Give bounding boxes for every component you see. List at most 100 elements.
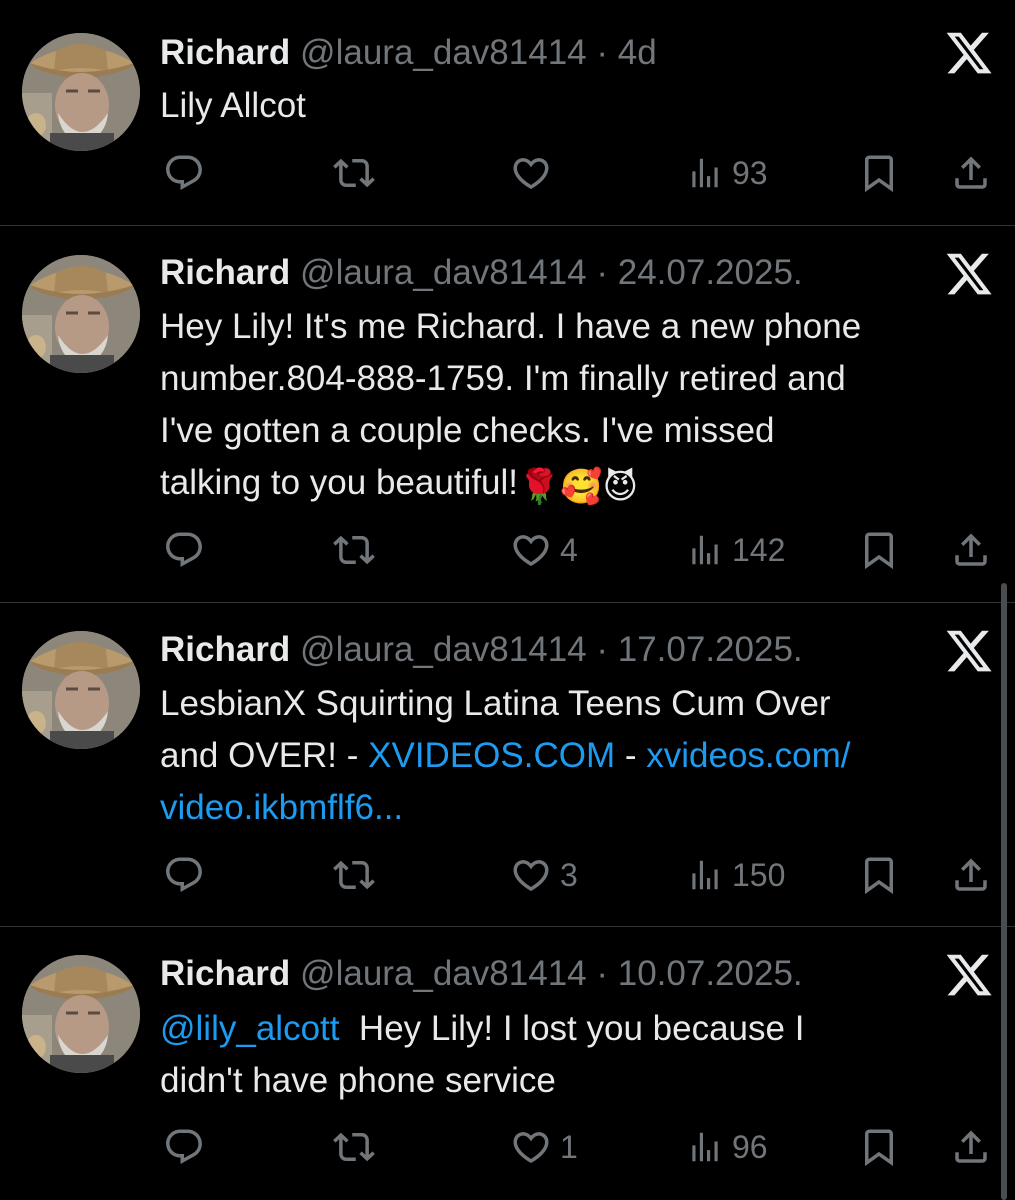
- views-count: 93: [732, 154, 768, 191]
- tweet[interactable]: Richard @laura_dav81414 · 4d Lily Allcot…: [0, 0, 1015, 225]
- tweet-text: Hey Lily! It's me Richard. I have a new …: [160, 301, 1000, 513]
- retweet-button[interactable]: [333, 1125, 375, 1169]
- avatar[interactable]: [22, 33, 140, 151]
- avatar[interactable]: [22, 631, 140, 749]
- reply-icon: [163, 1126, 205, 1168]
- tweet-feed: Richard @laura_dav81414 · 4d Lily Allcot…: [0, 0, 1015, 1200]
- views-button[interactable]: 93: [686, 151, 768, 195]
- views-icon: [686, 154, 724, 192]
- tweet-text-line: I've gotten a couple checks. I've missed: [160, 411, 775, 450]
- separator: ·: [586, 253, 618, 292]
- tweet-actions: 1 96: [0, 1125, 1015, 1169]
- reply-icon: [163, 854, 205, 896]
- reply-button[interactable]: [163, 528, 205, 572]
- tweet-date[interactable]: 10.07.2025.: [618, 954, 803, 993]
- x-logo-icon: [944, 28, 994, 78]
- like-button[interactable]: 3: [510, 853, 578, 897]
- tweet-actions: 3 150: [0, 853, 1015, 897]
- views-icon: [686, 856, 724, 894]
- tweet-text-line: Lily Allcot: [160, 86, 306, 125]
- views-button[interactable]: 142: [686, 528, 785, 572]
- tweet-header: Richard @laura_dav81414 · 17.07.2025.: [160, 628, 803, 672]
- heart-icon: [510, 529, 552, 571]
- author-handle[interactable]: @laura_dav81414: [300, 33, 587, 72]
- views-count: 96: [732, 1128, 768, 1165]
- share-icon: [950, 854, 992, 896]
- retweet-icon: [333, 529, 375, 571]
- author-name[interactable]: Richard: [160, 954, 290, 993]
- bookmark-icon: [858, 1126, 900, 1168]
- heart-icon: [510, 152, 552, 194]
- scrollbar[interactable]: [1001, 583, 1007, 1200]
- bookmark-icon: [858, 854, 900, 896]
- retweet-icon: [333, 1126, 375, 1168]
- x-logo-icon: [944, 626, 994, 676]
- views-count: 150: [732, 856, 786, 893]
- x-logo-icon: [944, 950, 994, 1000]
- avatar[interactable]: [22, 255, 140, 373]
- retweet-button[interactable]: [333, 853, 375, 897]
- emoji-group: 🌹🥰😈: [518, 468, 639, 506]
- tweet[interactable]: Richard @laura_dav81414 · 24.07.2025. He…: [0, 226, 1015, 602]
- tweet-date[interactable]: 17.07.2025.: [618, 630, 803, 669]
- retweet-icon: [333, 152, 375, 194]
- share-button[interactable]: [950, 1125, 992, 1169]
- bookmark-button[interactable]: [858, 528, 900, 572]
- reply-button[interactable]: [163, 151, 205, 195]
- retweet-button[interactable]: [333, 528, 375, 572]
- link[interactable]: video.ikbmflf6...: [160, 788, 403, 827]
- views-button[interactable]: 96: [686, 1125, 768, 1169]
- tweet-date[interactable]: 24.07.2025.: [618, 253, 803, 292]
- like-count: 4: [560, 531, 578, 568]
- retweet-icon: [333, 854, 375, 896]
- like-button[interactable]: [510, 151, 552, 195]
- tweet[interactable]: Richard @laura_dav81414 · 17.07.2025. Le…: [0, 603, 1015, 926]
- views-icon: [686, 531, 724, 569]
- tweet-text: @lily_alcott Hey Lily! I lost you becaus…: [160, 1003, 1000, 1107]
- heart-icon: [510, 1126, 552, 1168]
- views-icon: [686, 1128, 724, 1166]
- share-button[interactable]: [950, 528, 992, 572]
- tweet-text-segment: Hey Lily! I lost you because I: [339, 1009, 805, 1048]
- reply-button[interactable]: [163, 853, 205, 897]
- tweet-text-line: Hey Lily! It's me Richard. I have a new …: [160, 307, 862, 346]
- like-button[interactable]: 1: [510, 1125, 578, 1169]
- bookmark-button[interactable]: [858, 853, 900, 897]
- tweet-date[interactable]: 4d: [618, 33, 657, 72]
- bookmark-button[interactable]: [858, 151, 900, 195]
- author-name[interactable]: Richard: [160, 33, 290, 72]
- author-handle[interactable]: @laura_dav81414: [300, 954, 587, 993]
- author-name[interactable]: Richard: [160, 630, 290, 669]
- share-icon: [950, 152, 992, 194]
- share-button[interactable]: [950, 853, 992, 897]
- views-count: 142: [732, 531, 786, 568]
- link[interactable]: xvideos.com/: [646, 736, 850, 775]
- tweet-text: Lily Allcot: [160, 80, 1000, 132]
- share-button[interactable]: [950, 151, 992, 195]
- separator: ·: [586, 630, 618, 669]
- like-button[interactable]: 4: [510, 528, 578, 572]
- mention-link[interactable]: @lily_alcott: [160, 1009, 339, 1048]
- tweet-text-line: LesbianX Squirting Latina Teens Cum Over: [160, 684, 831, 723]
- tweet-text-segment: and OVER! -: [160, 736, 369, 775]
- tweet-text-line: didn't have phone service: [160, 1061, 556, 1100]
- author-handle[interactable]: @laura_dav81414: [300, 253, 587, 292]
- like-count: 1: [560, 1128, 578, 1165]
- share-icon: [950, 529, 992, 571]
- x-logo-icon: [944, 249, 994, 299]
- author-handle[interactable]: @laura_dav81414: [300, 630, 587, 669]
- bookmark-button[interactable]: [858, 1125, 900, 1169]
- separator: ·: [586, 33, 618, 72]
- retweet-button[interactable]: [333, 151, 375, 195]
- tweet-text: LesbianX Squirting Latina Teens Cum Over…: [160, 678, 1000, 834]
- bookmark-icon: [858, 152, 900, 194]
- avatar[interactable]: [22, 955, 140, 1073]
- reply-icon: [163, 152, 205, 194]
- tweet[interactable]: Richard @laura_dav81414 · 10.07.2025. @l…: [0, 927, 1015, 1200]
- separator: ·: [586, 954, 618, 993]
- author-name[interactable]: Richard: [160, 253, 290, 292]
- link[interactable]: XVIDEOS.COM: [368, 736, 615, 775]
- tweet-header: Richard @laura_dav81414 · 4d: [160, 31, 657, 75]
- views-button[interactable]: 150: [686, 853, 785, 897]
- reply-button[interactable]: [163, 1125, 205, 1169]
